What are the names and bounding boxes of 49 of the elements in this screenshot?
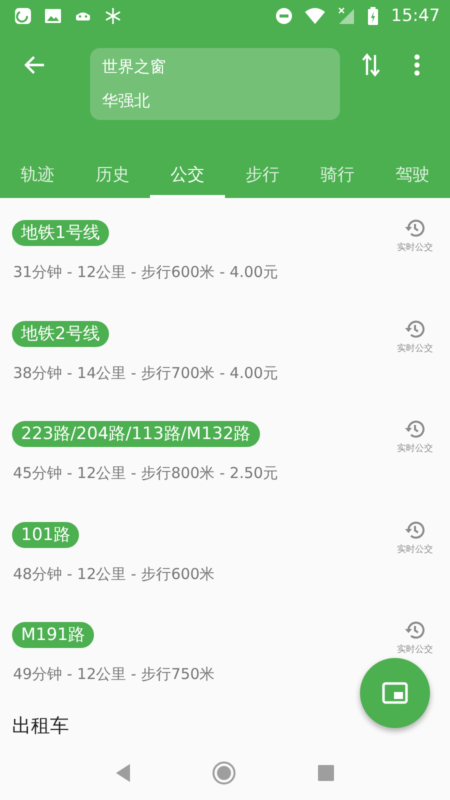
tab[interactable]: 驾驶 [375,150,450,198]
nav-back-button[interactable] [114,762,132,782]
picture-in-picture-icon [382,682,408,704]
origin-field[interactable]: 世界之窗 [102,56,328,78]
destination-field[interactable]: 华强北 [102,90,328,112]
route-summary: 45分钟 - 12公里 - 步行800米 - 2.50元 [12,464,278,483]
nav-home-button[interactable] [212,760,236,784]
swap-arrows-icon [361,53,381,77]
wifi-icon [305,7,325,25]
line-badge: 地铁2号线 [12,320,109,346]
more-icon [414,54,420,76]
realtime-bus-button[interactable]: 实时公交 [380,518,450,556]
history-clock-icon [404,518,426,540]
android-icon [74,11,92,21]
line-badge: 101路 [12,522,80,548]
route-summary: 49分钟 - 12公里 - 步行750米 [12,665,215,684]
triangle-back-icon [114,762,132,782]
route-summary: 31分钟 - 12公里 - 步行600米 - 4.00元 [12,263,278,282]
battery-icon [367,7,379,25]
tab[interactable]: 步行 [225,150,300,198]
realtime-bus-button[interactable]: 实时公交 [380,318,450,354]
tab[interactable]: 骑行 [300,150,375,198]
line-badge: 地铁1号线 [12,220,109,246]
picture-in-picture-button[interactable] [360,658,430,728]
route-input-box[interactable]: 世界之窗 华强北 [90,48,340,120]
line-badge: M191路 [12,622,94,648]
snowflake-icon [104,7,122,25]
notification-app-icon [14,7,32,25]
tab[interactable]: 历史 [75,150,150,198]
route-summary: 38分钟 - 14公里 - 步行700米 - 4.00元 [12,364,278,382]
history-clock-icon [404,619,426,641]
home-circle-icon [212,760,236,784]
do-not-disturb-icon [275,7,293,25]
nav-recents-button[interactable] [316,762,336,782]
history-clock-icon [404,217,426,239]
history-clock-icon [404,418,426,440]
square-recents-icon [316,762,336,782]
tab[interactable]: 轨迹 [0,150,75,198]
realtime-bus-button[interactable]: 实时公交 [380,619,450,656]
route-summary: 48分钟 - 12公里 - 步行600米 [12,564,215,584]
back-arrow-icon [24,54,46,76]
status-time: 15:47 [391,6,440,26]
signal-icon [337,7,355,25]
image-icon [44,7,62,25]
realtime-bus-button[interactable]: 实时公交 [380,217,450,254]
section-title: 出租车 [11,714,70,738]
line-badge: 223路/204路/113路/M132路 [12,421,260,447]
history-clock-icon [404,318,426,340]
realtime-bus-button[interactable]: 实时公交 [380,418,450,455]
